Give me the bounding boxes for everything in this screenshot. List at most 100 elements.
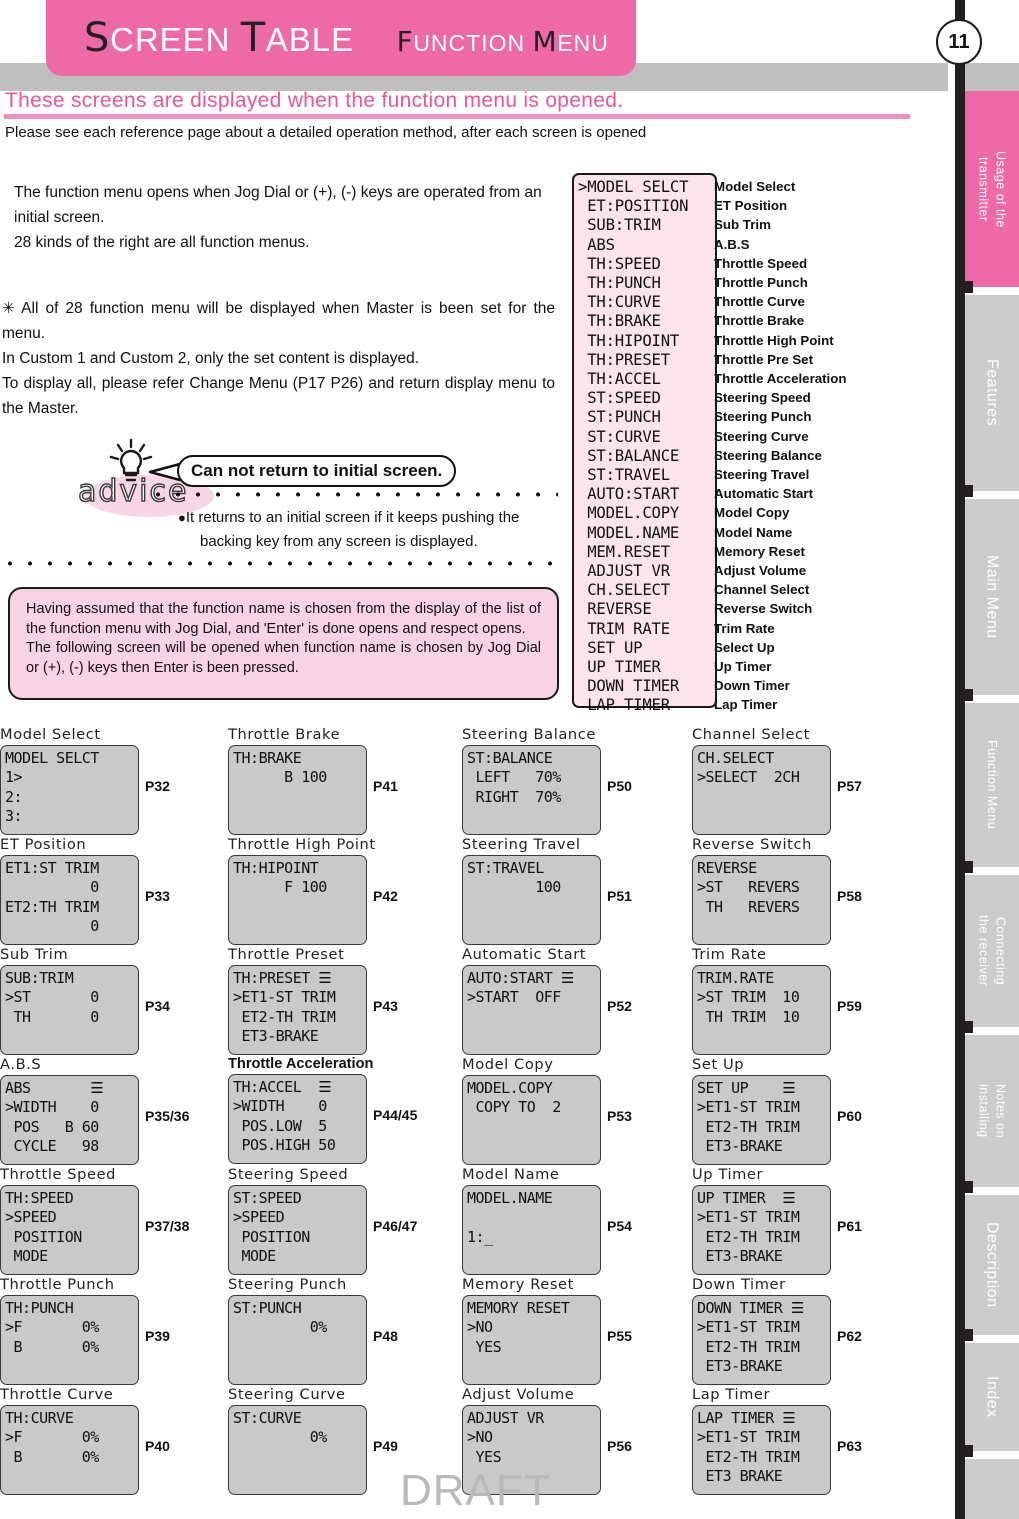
- lcd-menu-row[interactable]: TH:ACCEL: [578, 370, 715, 389]
- function-menu-legend: Model Select ET Position Sub Trim A.B.S Thro…: [714, 177, 939, 715]
- lcd-menu-row[interactable]: >MODEL SELCT: [578, 178, 715, 197]
- screen-thumbnail-lcd[interactable]: TH:HIPOINT F 100: [228, 855, 367, 945]
- lcd-menu-row[interactable]: CH.SELECT: [578, 581, 715, 600]
- sidebar-tab-description[interactable]: Description: [964, 1195, 1019, 1335]
- screen-thumbnail-lcd[interactable]: MODEL SELCT 1> 2: 3:: [0, 745, 139, 835]
- screen-thumbnail-lcd[interactable]: LAP TIMER ☰ >ET1-ST TRIM ET2-TH TRIM ET3…: [692, 1405, 831, 1495]
- screen-thumbnail: Automatic Start AUTO:START ☰ >START OFF P5…: [462, 946, 632, 1055]
- lcd-menu-row[interactable]: REVERSE: [578, 600, 715, 619]
- page-reference[interactable]: P33: [145, 888, 170, 904]
- page-reference[interactable]: P61: [837, 1218, 862, 1234]
- page-reference[interactable]: P39: [145, 1328, 170, 1344]
- lcd-menu-row[interactable]: ET:POSITION: [578, 197, 715, 216]
- page-reference[interactable]: P57: [837, 778, 862, 794]
- lcd-menu-row[interactable]: TH:BRAKE: [578, 312, 715, 331]
- screen-thumbnail-lcd[interactable]: ST:CURVE 0%: [228, 1405, 367, 1495]
- lcd-menu-row[interactable]: TH:HIPOINT: [578, 332, 715, 351]
- lcd-menu-row[interactable]: UP TIMER: [578, 658, 715, 677]
- lcd-menu-row[interactable]: ST:BALANCE: [578, 447, 715, 466]
- page-reference[interactable]: P62: [837, 1328, 862, 1344]
- screen-thumbnail-lcd[interactable]: UP TIMER ☰ >ET1-ST TRIM ET2-TH TRIM ET3-…: [692, 1185, 831, 1275]
- screen-thumbnail-lcd[interactable]: ST:SPEED >SPEED POSITION MODE: [228, 1185, 367, 1275]
- lcd-menu-row[interactable]: ST:CURVE: [578, 428, 715, 447]
- page-reference[interactable]: P44/45: [373, 1107, 417, 1123]
- page-reference[interactable]: P37/38: [145, 1218, 189, 1234]
- screen-thumbnail-lcd[interactable]: DOWN TIMER ☰ >ET1-ST TRIM ET2-TH TRIM ET…: [692, 1295, 831, 1385]
- lcd-menu-row[interactable]: SUB:TRIM: [578, 216, 715, 235]
- lcd-menu-row[interactable]: ST:SPEED: [578, 389, 715, 408]
- page-reference[interactable]: P56: [607, 1438, 632, 1454]
- lcd-menu-row[interactable]: TRIM RATE: [578, 620, 715, 639]
- screen-thumbnail-lcd[interactable]: TRIM.RATE >ST TRIM 10 TH TRIM 10: [692, 965, 831, 1055]
- screen-thumbnail-lcd[interactable]: ET1:ST TRIM 0 ET2:TH TRIM 0: [0, 855, 139, 945]
- screen-thumbnail-lcd[interactable]: REVERSE >ST REVERS TH REVERS: [692, 855, 831, 945]
- screen-thumbnail-caption: Throttle High Point: [228, 836, 376, 853]
- screen-thumbnail-lcd[interactable]: MODEL.COPY COPY TO 2: [462, 1075, 601, 1165]
- page-reference[interactable]: P34: [145, 998, 170, 1014]
- screen-thumbnail-lcd[interactable]: ST:PUNCH 0%: [228, 1295, 367, 1385]
- lcd-menu-row[interactable]: TH:CURVE: [578, 293, 715, 312]
- screen-thumbnail-lcd[interactable]: ST:TRAVEL 100: [462, 855, 601, 945]
- lcd-menu-row[interactable]: ABS: [578, 236, 715, 255]
- screen-thumbnail-lcd[interactable]: TH:PUNCH >F 0% B 0%: [0, 1295, 139, 1385]
- sidebar-tab-notch: [955, 1021, 973, 1033]
- lcd-menu-row[interactable]: MODEL.COPY: [578, 504, 715, 523]
- lcd-menu-row[interactable]: SET UP: [578, 639, 715, 658]
- sidebar-tab-usage-of-the-transmitter[interactable]: Usage of the transmitter: [964, 91, 1019, 287]
- lcd-menu-row[interactable]: TH:SPEED: [578, 255, 715, 274]
- page-reference[interactable]: P35/36: [145, 1108, 189, 1124]
- screen-thumbnail-lcd[interactable]: CH.SELECT >SELECT 2CH: [692, 745, 831, 835]
- screen-thumbnail-lcd[interactable]: AUTO:START ☰ >START OFF: [462, 965, 601, 1055]
- dotted-divider-2: [0, 561, 558, 566]
- lcd-menu-row[interactable]: TH:PUNCH: [578, 274, 715, 293]
- lcd-menu-row[interactable]: MEM.RESET: [578, 543, 715, 562]
- screen-thumbnail-lcd[interactable]: TH:ACCEL ☰ >WIDTH 0 POS.LOW 5 POS.HIGH 5…: [228, 1074, 367, 1164]
- page-reference[interactable]: P60: [837, 1108, 862, 1124]
- legend-item: Steering Curve: [714, 428, 809, 444]
- sidebar-tab-notes-on-installing[interactable]: Notes on installing: [964, 1035, 1019, 1187]
- sidebar-tab-blank[interactable]: [964, 1459, 1019, 1519]
- page-reference[interactable]: P32: [145, 778, 170, 794]
- sidebar-tab-connecting-the-receiver[interactable]: Connecting the receiver: [964, 875, 1019, 1027]
- sidebar-tab-main-menu[interactable]: Main Menu: [964, 499, 1019, 695]
- screen-thumbnail-lcd[interactable]: SET UP ☰ >ET1-ST TRIM ET2-TH TRIM ET3-BR…: [692, 1075, 831, 1165]
- page-reference[interactable]: P43: [373, 998, 398, 1014]
- lcd-menu-row[interactable]: TH:PRESET: [578, 351, 715, 370]
- page-reference[interactable]: P53: [607, 1108, 632, 1124]
- page-reference[interactable]: P42: [373, 888, 398, 904]
- page-reference[interactable]: P49: [373, 1438, 398, 1454]
- sidebar-tabs: Usage of the transmitter Features Main Men…: [964, 0, 1019, 1519]
- screen-thumbnail-lcd[interactable]: ST:BALANCE LEFT 70% RIGHT 70%: [462, 745, 601, 835]
- lcd-menu-row[interactable]: LAP TIMER: [578, 696, 715, 715]
- lcd-menu-row[interactable]: ADJUST VR: [578, 562, 715, 581]
- page-reference[interactable]: P46/47: [373, 1218, 417, 1234]
- screen-thumbnail: Model Copy MODEL.COPY COPY TO 2 P53: [462, 1056, 632, 1165]
- page-reference[interactable]: P52: [607, 998, 632, 1014]
- page-reference[interactable]: P48: [373, 1328, 398, 1344]
- page-reference[interactable]: P41: [373, 778, 398, 794]
- page-reference[interactable]: P51: [607, 888, 632, 904]
- screen-thumbnail-lcd[interactable]: MEMORY RESET >NO YES: [462, 1295, 601, 1385]
- lcd-menu-row[interactable]: ST:PUNCH: [578, 408, 715, 427]
- screen-thumbnail-lcd[interactable]: SUB:TRIM >ST 0 TH 0: [0, 965, 139, 1055]
- screen-thumbnail-lcd[interactable]: TH:PRESET ☰ >ET1-ST TRIM ET2-TH TRIM ET3…: [228, 965, 367, 1055]
- screen-thumbnail-lcd[interactable]: TH:BRAKE B 100: [228, 745, 367, 835]
- screen-thumbnail-lcd[interactable]: TH:SPEED >SPEED POSITION MODE: [0, 1185, 139, 1275]
- lcd-menu-row[interactable]: DOWN TIMER: [578, 677, 715, 696]
- sidebar-tab-features[interactable]: Features: [964, 295, 1019, 491]
- lcd-menu-row[interactable]: MODEL.NAME: [578, 524, 715, 543]
- sidebar-tab-function-menu[interactable]: Function Menu: [964, 703, 1019, 867]
- page-reference[interactable]: P63: [837, 1438, 862, 1454]
- page-reference[interactable]: P59: [837, 998, 862, 1014]
- lcd-menu-row[interactable]: AUTO:START: [578, 485, 715, 504]
- page-reference[interactable]: P54: [607, 1218, 632, 1234]
- sidebar-tab-index[interactable]: Index: [964, 1343, 1019, 1451]
- page-reference[interactable]: P55: [607, 1328, 632, 1344]
- screen-thumbnail-lcd[interactable]: ABS ☰ >WIDTH 0 POS B 60 CYCLE 98: [0, 1075, 139, 1165]
- screen-thumbnail-lcd[interactable]: MODEL.NAME 1:_: [462, 1185, 601, 1275]
- screen-thumbnail-lcd[interactable]: TH:CURVE >F 0% B 0%: [0, 1405, 139, 1495]
- page-reference[interactable]: P40: [145, 1438, 170, 1454]
- lcd-menu-row[interactable]: ST:TRAVEL: [578, 466, 715, 485]
- page-reference[interactable]: P50: [607, 778, 632, 794]
- page-reference[interactable]: P58: [837, 888, 862, 904]
